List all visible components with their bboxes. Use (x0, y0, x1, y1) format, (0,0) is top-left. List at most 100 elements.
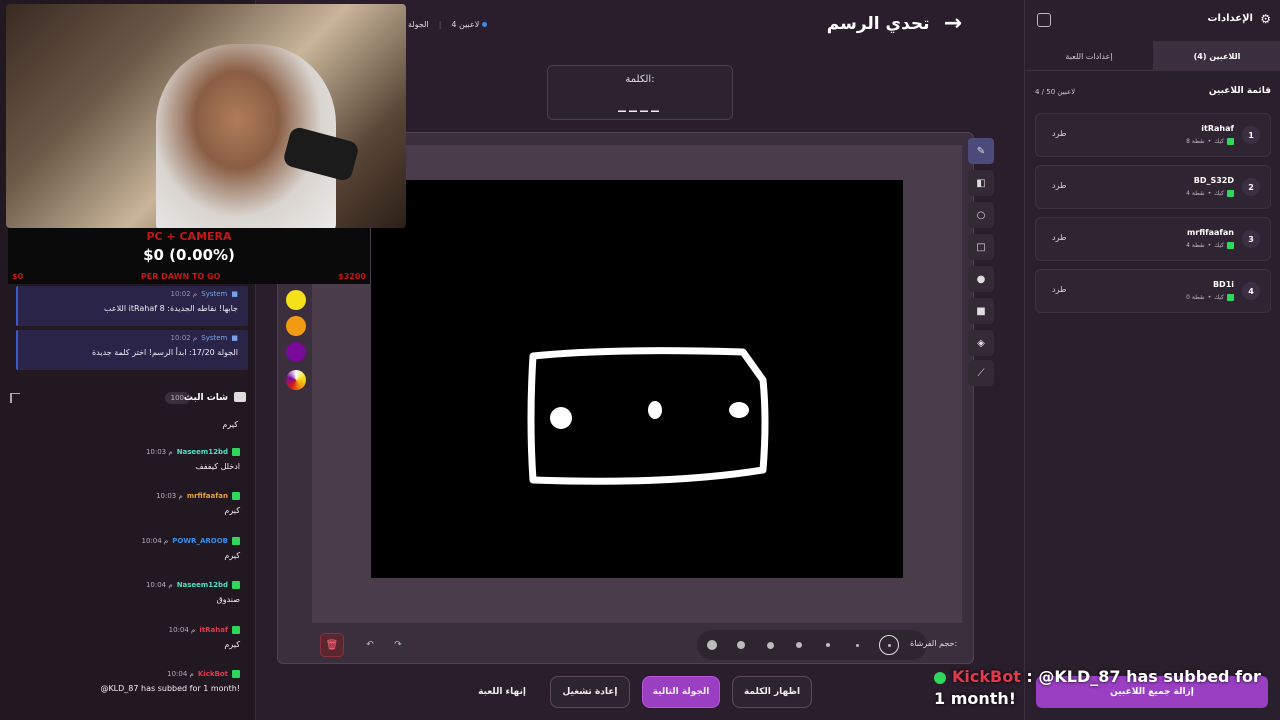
tab-game-settings[interactable]: إعدادات اللعبة (1025, 41, 1153, 71)
kick-icon (1227, 190, 1234, 197)
kick-icon (232, 448, 240, 456)
player-rank: 4 (1242, 282, 1260, 300)
end-game-button[interactable]: إنهاء اللعبة (460, 676, 544, 708)
kick-player-button[interactable]: طرد (1052, 285, 1066, 294)
brush-size-option[interactable] (850, 638, 864, 652)
webcam-overlay (6, 4, 406, 228)
restart-button[interactable]: إعادة تشغيل (550, 676, 630, 708)
chat-menu-icon[interactable] (10, 393, 20, 403)
circle-icon[interactable]: ○ (968, 202, 994, 228)
shield-icon: ■ (231, 290, 238, 298)
filled-square-icon[interactable]: ■ (968, 298, 994, 324)
settings-tabs: اللاعبين (4) إعدادات اللعبة (1025, 41, 1280, 71)
message-text: ادخلل كيففف (195, 462, 240, 471)
color-yellow[interactable] (286, 290, 306, 310)
message-user[interactable]: Naseem12bd (177, 448, 228, 456)
donation-header: PC + CAMERA (146, 230, 232, 243)
settings-header: الإعدادات ⚙ (1025, 0, 1280, 40)
donation-bar: $0 PER DAWN TO GO $3200 (8, 272, 370, 282)
message-time: 10:04 م (141, 537, 169, 545)
message-text: كيرم (224, 640, 240, 649)
players-list-count: 4 / 50 لاعبين (1035, 88, 1076, 96)
gear-icon: ⚙ (1260, 12, 1271, 26)
brush-size-option[interactable] (705, 638, 719, 652)
page-title: تحدي الرسم (826, 14, 930, 34)
pen-icon[interactable]: ✎ (968, 138, 994, 164)
kick-player-button[interactable]: طرد (1052, 129, 1066, 138)
redo-icon[interactable]: ↷ (386, 633, 410, 657)
message-text: اللاعب itRahaf جابها! نقاطه الجديدة: 8 (104, 304, 238, 313)
drawing-sketch (527, 347, 769, 485)
donation-middle: PER DAWN TO GO (140, 272, 221, 281)
message-user[interactable]: KickBot (198, 670, 228, 678)
kick-icon (1227, 138, 1234, 145)
brush-size-option[interactable] (734, 638, 748, 652)
message-text: صندوق (216, 595, 240, 604)
color-orange[interactable] (286, 316, 306, 336)
message-time: 10:02 م (170, 334, 198, 342)
player-row: 4 BD1i 0 نقطة • كيك طرد (1035, 269, 1271, 313)
kick-icon (1227, 294, 1234, 301)
chat-bubble-icon (234, 392, 246, 402)
brush-size-option[interactable] (792, 638, 806, 652)
system-message: 10:02 م System ■ الجولة 17/20: ابدأ الرسم!… (16, 330, 248, 370)
player-row: 2 BD_S32D 4 نقطة • كيك طرد (1035, 165, 1271, 209)
player-name: mrfifaafan (1186, 228, 1234, 237)
collapse-panel-icon[interactable] (1037, 13, 1051, 27)
undo-icon[interactable]: ↶ (358, 633, 382, 657)
message-text: كيرم (224, 551, 240, 560)
player-meta: 8 نقطة • كيك (1186, 138, 1234, 145)
arrow-right-icon[interactable]: → (944, 13, 962, 35)
color-purple[interactable] (286, 342, 306, 362)
chat-title: شات البث (183, 393, 228, 403)
settings-panel: الإعدادات ⚙ اللاعبين (4) إعدادات اللعبة … (1024, 0, 1280, 720)
filled-circle-icon[interactable]: ● (968, 266, 994, 292)
action-bar: إنهاء اللعبة إعادة تشغيل الجولة التالية … (460, 676, 820, 708)
tab-players[interactable]: اللاعبين (4) (1153, 41, 1280, 71)
donation-right: $3200 (338, 272, 366, 281)
message-user[interactable]: POWR_AROOB (172, 537, 228, 545)
players-count: 4 لاعبين (451, 20, 488, 29)
kick-player-button[interactable]: طرد (1052, 233, 1066, 242)
drawing-toolbar: 🗑 ↶ ↷ حجم الفرشاة: (312, 630, 962, 660)
kick-icon (232, 626, 240, 634)
brush-size-option[interactable] (763, 638, 777, 652)
eraser-icon[interactable]: ◧ (968, 170, 994, 196)
word-box: الكلمة: ____ (547, 65, 733, 120)
message-user[interactable]: Naseem12bd (177, 581, 228, 589)
kick-icon (232, 670, 240, 678)
player-rank: 3 (1242, 230, 1260, 248)
player-name: itRahaf (1201, 124, 1234, 133)
kick-player-button[interactable]: طرد (1052, 181, 1066, 190)
drawing-canvas[interactable] (371, 180, 903, 578)
round-label: الجولة (408, 20, 429, 29)
system-message: 10:02 م System ■ اللاعب itRahaf جابها! نقا… (16, 286, 248, 326)
message-text: @KLD_87 has subbed for 1 month! (100, 684, 240, 693)
next-round-button[interactable]: الجولة التالية (642, 676, 720, 708)
color-picker-icon[interactable] (286, 370, 306, 390)
message-text: الجولة 17/20: ابدأ الرسم! اختر كلمة جديد… (91, 348, 238, 357)
message-user[interactable]: itRahaf (199, 626, 228, 634)
message-user[interactable]: mrfifaafan (187, 492, 228, 500)
reveal-word-button[interactable]: اظهار الكلمة (732, 676, 812, 708)
trash-icon[interactable]: 🗑 (320, 633, 344, 657)
message-sender: System (201, 290, 228, 298)
tool-column: ✎ ◧ ○ □ ● ■ ◈ ⟋ (968, 138, 996, 386)
player-meta: 4 نقطة • كيك (1186, 190, 1234, 197)
chat-header: 100 شات البث (0, 388, 256, 410)
brush-size-option[interactable] (821, 638, 835, 652)
line-icon[interactable]: ⟋ (968, 360, 994, 386)
message-time: 10:04 م (167, 670, 194, 678)
message-time: 10:03 م (145, 448, 173, 456)
status-dot-icon (482, 22, 488, 27)
kickbot-name: KickBot (952, 667, 1021, 686)
player-meta: 0 نقطة • كيك (1186, 294, 1234, 301)
fill-bucket-icon[interactable]: ◈ (968, 330, 994, 356)
brush-size-option-selected[interactable] (879, 635, 899, 655)
square-icon[interactable]: □ (968, 234, 994, 260)
player-row: 1 itRahaf 8 نقطة • كيك طرد (1035, 113, 1271, 157)
player-meta: 4 نقطة • كيك (1186, 242, 1234, 249)
brush-size-group (697, 630, 927, 660)
message-text: كيرم (224, 506, 240, 515)
player-name: BD_S32D (1193, 176, 1234, 185)
